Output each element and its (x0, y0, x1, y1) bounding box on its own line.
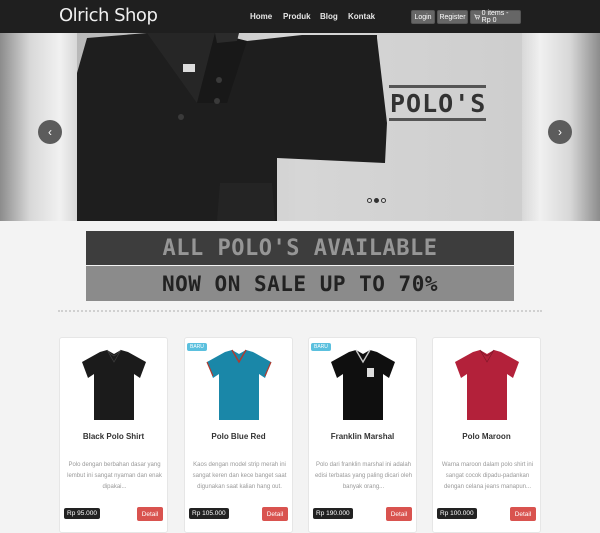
detail-button[interactable]: Detail (262, 507, 288, 521)
product-image (455, 349, 519, 420)
polo-heading-rule-bottom (389, 118, 486, 121)
product-price: Rp 100.000 (437, 508, 477, 519)
section-divider (58, 310, 542, 312)
hero-headline: POLO'S (390, 89, 487, 118)
product-price: Rp 95.000 (64, 508, 100, 519)
product-description: Warna maroon dalam polo shirt ini sangat… (441, 462, 534, 490)
detail-button[interactable]: Detail (137, 507, 163, 521)
product-description: Polo dari franklin marshal ini adalah ed… (314, 462, 413, 490)
nav-blog-link[interactable]: Blog (320, 12, 338, 21)
product-description: Kaos dengan model strip merah ini sangat… (192, 462, 287, 490)
hero-carousel: POLO'S ‹ › (0, 33, 600, 221)
carousel-indicators (367, 198, 386, 203)
product-card: Black Polo Shirt Polo dengan berbahan da… (59, 337, 168, 533)
carousel-dot[interactable] (367, 198, 372, 203)
product-price: Rp 105.000 (189, 508, 229, 519)
product-name[interactable]: Black Polo Shirt (60, 432, 167, 441)
promo-banner-line1: ALL POLO'S AVAILABLE (86, 231, 514, 265)
nav-kontak-link[interactable]: Kontak (348, 12, 375, 21)
product-image (331, 349, 395, 420)
nav-home-link[interactable]: Home (250, 12, 272, 21)
product-description: Polo dengan berbahan dasar yang lembut i… (67, 462, 162, 490)
product-image (206, 349, 272, 420)
brand-logo[interactable]: Olrich Shop (59, 5, 158, 26)
carousel-dot[interactable] (374, 198, 379, 203)
polo-heading-rule-top (389, 85, 486, 88)
login-button[interactable]: Login (411, 10, 435, 24)
product-card: BARU Franklin Marshal Polo dari franklin… (308, 337, 417, 533)
cart-button[interactable]: 0 items - Rp 0 (470, 10, 521, 24)
chevron-right-icon: › (558, 125, 562, 139)
product-card: BARU Polo Blue Red Kaos dengan model str… (184, 337, 293, 533)
cart-icon (474, 14, 480, 20)
promo-banner-line2: NOW ON SALE UP TO 70% (86, 266, 514, 301)
register-button[interactable]: Register (437, 10, 468, 24)
carousel-dot[interactable] (381, 198, 386, 203)
product-card: Polo Maroon Warna maroon dalam polo shir… (432, 337, 541, 533)
product-name[interactable]: Polo Maroon (433, 432, 540, 441)
product-image (82, 349, 146, 420)
detail-button[interactable]: Detail (386, 507, 412, 521)
cart-summary: 0 items - Rp 0 (481, 10, 509, 24)
product-price: Rp 190.000 (313, 508, 353, 519)
carousel-prev-button[interactable]: ‹ (38, 120, 62, 144)
new-badge: BARU (311, 343, 331, 351)
nav-produk-link[interactable]: Produk (283, 12, 311, 21)
detail-button[interactable]: Detail (510, 507, 536, 521)
product-name[interactable]: Polo Blue Red (185, 432, 292, 441)
new-badge: BARU (187, 343, 207, 351)
top-navbar: Olrich Shop Home Produk Blog Kontak Logi… (0, 0, 600, 33)
hero-slide: POLO'S (77, 33, 522, 221)
product-name[interactable]: Franklin Marshal (309, 432, 416, 441)
hero-polo-shirt-image (77, 33, 387, 221)
chevron-left-icon: ‹ (48, 125, 52, 139)
carousel-next-button[interactable]: › (548, 120, 572, 144)
